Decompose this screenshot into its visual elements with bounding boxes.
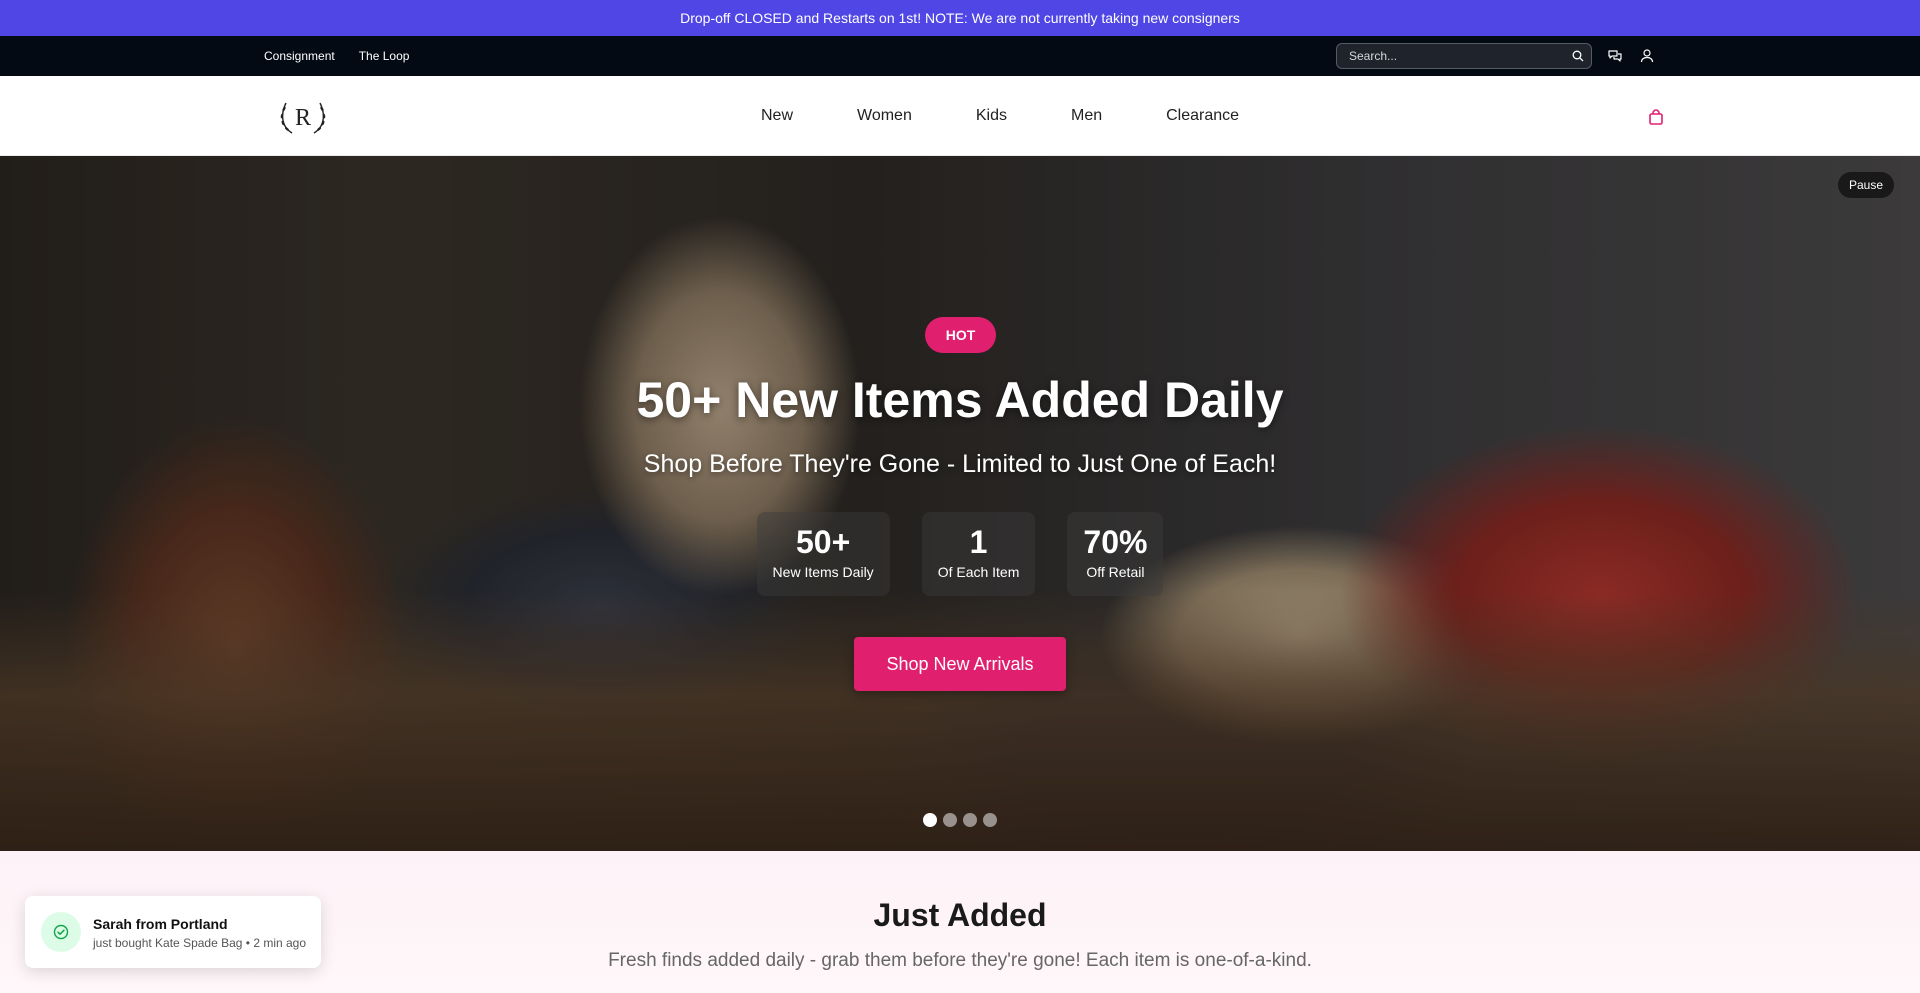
logo-letter: R [295, 105, 311, 131]
announcement-bar: Drop-off CLOSED and Restarts on 1st! NOT… [0, 0, 1920, 36]
purchase-notification[interactable]: Sarah from Portland just bought Kate Spa… [25, 896, 321, 968]
carousel-dot[interactable] [923, 813, 937, 827]
main-nav: R New Women Kids Men Clearance [0, 76, 1920, 156]
stat-value: 1 [969, 524, 988, 560]
nav-item-women[interactable]: Women [857, 107, 912, 125]
primary-nav: New Women Kids Men Clearance [761, 76, 1239, 156]
chat-icon[interactable] [1606, 47, 1624, 65]
notification-name: Sarah from Portland [93, 916, 228, 932]
announcement-text: Drop-off CLOSED and Restarts on 1st! NOT… [680, 10, 1240, 26]
pause-label: Pause [1849, 178, 1884, 192]
badge-label: HOT [945, 327, 976, 343]
search-input[interactable] [1337, 44, 1591, 68]
hero-subtitle: Shop Before They're Gone - Limited to Ju… [643, 450, 1277, 478]
search-box [1336, 43, 1592, 69]
carousel-dots [0, 813, 1920, 827]
stat-label: Off Retail [1086, 564, 1145, 580]
consignment-link[interactable]: Consignment [264, 49, 335, 63]
stat-value: 70% [1083, 524, 1148, 560]
nav-item-kids[interactable]: Kids [976, 107, 1007, 125]
nav-item-men[interactable]: Men [1071, 107, 1102, 125]
hot-badge: HOT [925, 317, 996, 353]
hero-stats: 50+ New Items Daily 1 Of Each Item 70% O… [0, 512, 1920, 596]
shop-new-arrivals-button[interactable]: Shop New Arrivals [854, 637, 1066, 691]
nav-item-clearance[interactable]: Clearance [1166, 107, 1239, 125]
pause-button[interactable]: Pause [1838, 172, 1895, 198]
logo[interactable]: R [276, 93, 330, 141]
utility-bar: Consignment The Loop [0, 36, 1920, 76]
stat-card: 50+ New Items Daily [756, 512, 890, 596]
carousel-dot[interactable] [943, 813, 957, 827]
hero-title: 50+ New Items Added Daily [636, 372, 1284, 428]
stat-label: Of Each Item [937, 564, 1020, 580]
carousel-dot[interactable] [963, 813, 977, 827]
stat-value: 50+ [795, 524, 851, 560]
user-icon[interactable] [1638, 47, 1656, 65]
stat-label: New Items Daily [772, 564, 874, 580]
hero-carousel: Pause HOT 50+ New Items Added Daily Shop… [0, 156, 1920, 851]
stat-card: 1 Of Each Item [921, 512, 1036, 596]
stat-card: 70% Off Retail [1067, 512, 1164, 596]
shopping-bag-icon[interactable] [1647, 108, 1665, 131]
nav-item-new[interactable]: New [761, 107, 793, 125]
the-loop-link[interactable]: The Loop [359, 49, 410, 63]
carousel-dot[interactable] [983, 813, 997, 827]
search-icon[interactable] [1572, 50, 1584, 65]
check-circle-icon [41, 912, 81, 952]
notification-message: just bought Kate Spade Bag • 2 min ago [93, 936, 307, 950]
